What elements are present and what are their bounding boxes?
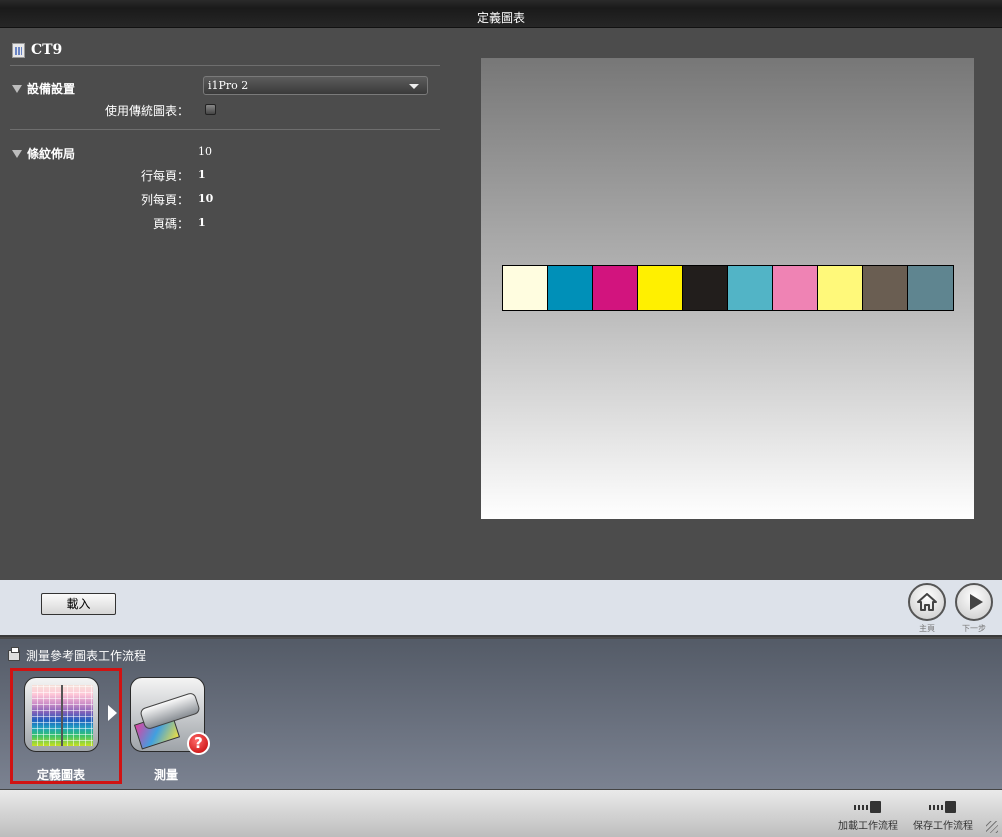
home-button[interactable] [908, 583, 946, 621]
chart-fold [61, 685, 63, 746]
color-patch [638, 266, 683, 310]
device-select-value: i1Pro 2 [208, 79, 249, 92]
cols-per-page-value: 10 [198, 192, 214, 205]
page-number-value: 1 [198, 216, 206, 229]
footer-bar: 加載工作流程 保存工作流程 [0, 789, 1002, 837]
color-patch [503, 266, 548, 310]
device-section-toggle[interactable]: 設備設置 [12, 80, 75, 97]
next-caption: 下一步 [962, 624, 986, 633]
patch-strip [502, 265, 954, 311]
color-patch [728, 266, 773, 310]
load-workflow-icon [854, 800, 882, 814]
load-workflow-button[interactable]: 加載工作流程 [838, 800, 898, 832]
arrow-right-icon [108, 705, 117, 721]
layout-section-label: 條紋佈局 [27, 147, 76, 161]
disclosure-triangle-icon [12, 84, 22, 93]
chart-name: CT9 [31, 42, 63, 58]
load-button[interactable]: 載入 [41, 593, 116, 615]
title-bar: 定義圖表 [0, 0, 1002, 28]
legacy-chart-label: 使用傳統圖表： [104, 104, 189, 118]
workflow-header: 測量參考圖表工作流程 [8, 647, 146, 664]
rows-per-page-label: 行每頁： [140, 169, 189, 183]
step-define-chart[interactable] [24, 677, 99, 752]
home-icon [917, 593, 937, 611]
divider [10, 65, 440, 66]
home-caption: 主頁 [919, 624, 935, 633]
action-bar: 載入 主頁 下一步 [0, 580, 1002, 637]
window-title: 定義圖表 [476, 11, 525, 25]
layout-section-toggle[interactable]: 條紋佈局 [12, 145, 75, 162]
resize-grip-icon[interactable] [986, 821, 998, 833]
step-label: 定義圖表 [36, 768, 85, 782]
color-patch [908, 266, 953, 310]
error-badge-icon: ? [187, 732, 210, 755]
page-number-label: 頁碼： [152, 217, 189, 231]
disclosure-triangle-icon [12, 149, 22, 158]
main-panel: CT9 設備設置 i1Pro 2 使用傳統圖表： 條紋佈局 10 行每頁： 1 … [0, 28, 1002, 580]
chevron-down-icon [409, 84, 419, 89]
next-button[interactable] [955, 583, 993, 621]
chart-header: CT9 [12, 40, 62, 60]
step-label: 測量 [153, 768, 178, 782]
device-select[interactable]: i1Pro 2 [203, 76, 428, 95]
divider [10, 129, 440, 130]
rows-per-page-value: 1 [198, 168, 206, 181]
color-patch [863, 266, 908, 310]
device-section-label: 設備設置 [27, 82, 76, 96]
color-patch [683, 266, 728, 310]
legacy-chart-checkbox[interactable] [205, 104, 216, 115]
chart-preview [481, 58, 974, 519]
save-workflow-icon [929, 800, 957, 814]
workflow-panel: 測量參考圖表工作流程 ? 定義圖表 測量 [0, 639, 1002, 789]
printer-icon [8, 647, 20, 661]
play-icon [969, 594, 983, 610]
color-patch [773, 266, 818, 310]
chart-icon [12, 42, 25, 58]
cols-per-page-label: 列每頁： [140, 193, 189, 207]
patch-count-value: 10 [198, 145, 212, 158]
color-patch [548, 266, 593, 310]
save-workflow-button[interactable]: 保存工作流程 [913, 800, 973, 832]
color-patch [818, 266, 863, 310]
workflow-title: 測量參考圖表工作流程 [26, 649, 147, 663]
load-workflow-label: 加載工作流程 [838, 821, 898, 832]
color-patch [593, 266, 638, 310]
save-workflow-label: 保存工作流程 [913, 821, 973, 832]
